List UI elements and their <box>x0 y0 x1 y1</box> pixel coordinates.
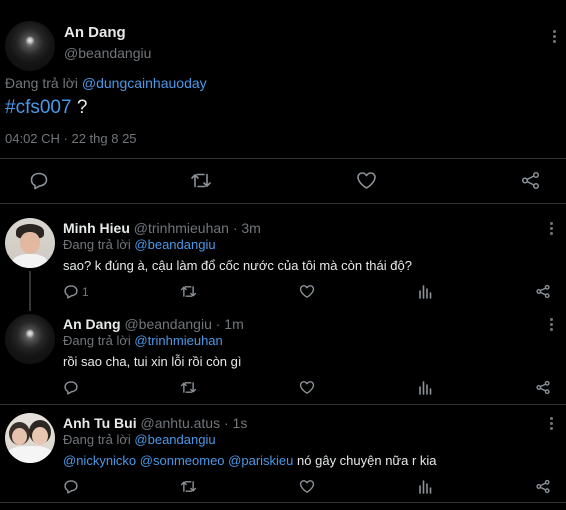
reply-header: Anh Tu Bui @anhtu.atus · 1s <box>63 415 247 431</box>
avatar[interactable] <box>5 314 55 364</box>
thread-line <box>29 271 31 311</box>
author-name[interactable]: Anh Tu Bui <box>63 415 137 431</box>
reply-time: · 1s <box>224 415 248 431</box>
author-name[interactable]: An Dang <box>63 316 121 332</box>
share-icon[interactable] <box>520 171 541 190</box>
reply-to-link[interactable]: @beandangiu <box>134 237 215 252</box>
more-icon[interactable] <box>548 222 554 237</box>
retweet-icon[interactable] <box>180 284 197 299</box>
like-icon[interactable] <box>299 380 315 395</box>
reply-time: · 3m <box>232 220 261 236</box>
divider <box>0 158 566 159</box>
reply-context: Đang trả lời @beandangiu <box>63 432 216 447</box>
reply-to-link[interactable]: @beandangiu <box>134 432 215 447</box>
tweet-text: #cfs007 ? <box>5 97 87 119</box>
reply-text-body: nó gây chuyện nữa r kia <box>297 453 437 468</box>
retweet-icon[interactable] <box>190 171 212 190</box>
tweet-timestamp: 04:02 CH · 22 thg 8 25 <box>5 131 137 146</box>
reply-prefix: Đang trả lời <box>63 237 131 252</box>
divider <box>0 203 566 204</box>
divider <box>0 404 566 405</box>
author-name[interactable]: Minh Hieu <box>63 220 130 236</box>
reply-icon[interactable] <box>63 284 79 299</box>
mention-link[interactable]: @nickynicko <box>63 453 136 468</box>
more-icon[interactable] <box>551 30 557 45</box>
share-icon[interactable] <box>535 479 551 494</box>
reply-header: An Dang @beandangiu · 1m <box>63 316 244 332</box>
divider <box>0 502 566 503</box>
reply-icon[interactable] <box>29 171 49 190</box>
reply-prefix: Đang trả lời <box>63 333 131 348</box>
tweet-text-suffix: ? <box>71 97 88 118</box>
avatar[interactable] <box>5 413 55 463</box>
like-icon[interactable] <box>299 479 315 494</box>
views-icon[interactable] <box>418 479 432 494</box>
reply-prefix: Đang trả lời <box>63 432 131 447</box>
reply-to-link[interactable]: @trinhmieuhan <box>134 333 222 348</box>
reply-to-link[interactable]: @dungcainhauoday <box>82 75 207 91</box>
author-handle[interactable]: @beandangiu <box>124 316 211 332</box>
reply-prefix: Đang trả lời <box>5 75 78 91</box>
reply-context: Đang trả lời @dungcainhauoday <box>5 75 207 91</box>
author-handle[interactable]: @trinhmieuhan <box>134 220 229 236</box>
reply-time: · 1m <box>215 316 244 332</box>
more-icon[interactable] <box>548 318 554 333</box>
reply-text: rồi sao cha, tui xin lỗi rồi còn gì <box>63 354 242 369</box>
share-icon[interactable] <box>535 380 551 395</box>
author-handle[interactable]: @beandangiu <box>64 45 151 61</box>
hashtag-link[interactable]: #cfs007 <box>5 97 72 118</box>
reply-text: sao? k đúng à, cậu làm đổ cốc nước của t… <box>63 258 412 273</box>
reply-icon[interactable] <box>63 380 79 395</box>
avatar[interactable] <box>5 218 55 268</box>
avatar[interactable] <box>5 21 55 71</box>
reply-context: Đang trả lời @trinhmieuhan <box>63 333 223 348</box>
more-icon[interactable] <box>548 417 554 432</box>
reply-context: Đang trả lời @beandangiu <box>63 237 216 252</box>
like-icon[interactable] <box>356 171 377 190</box>
share-icon[interactable] <box>535 284 551 299</box>
author-name[interactable]: An Dang <box>64 24 126 41</box>
reply-text: @nickynicko @sonmeomeo @pariskieu nó gây… <box>63 453 437 468</box>
mention-link[interactable]: @pariskieu <box>228 453 293 468</box>
retweet-icon[interactable] <box>180 380 197 395</box>
views-icon[interactable] <box>418 284 432 299</box>
like-icon[interactable] <box>299 284 315 299</box>
author-handle[interactable]: @anhtu.atus <box>141 415 221 431</box>
retweet-icon[interactable] <box>180 479 197 494</box>
reply-icon[interactable] <box>63 479 79 494</box>
reply-count: 1 <box>82 285 89 299</box>
views-icon[interactable] <box>418 380 432 395</box>
mention-link[interactable]: @sonmeomeo <box>140 453 225 468</box>
reply-header: Minh Hieu @trinhmieuhan · 3m <box>63 220 261 236</box>
